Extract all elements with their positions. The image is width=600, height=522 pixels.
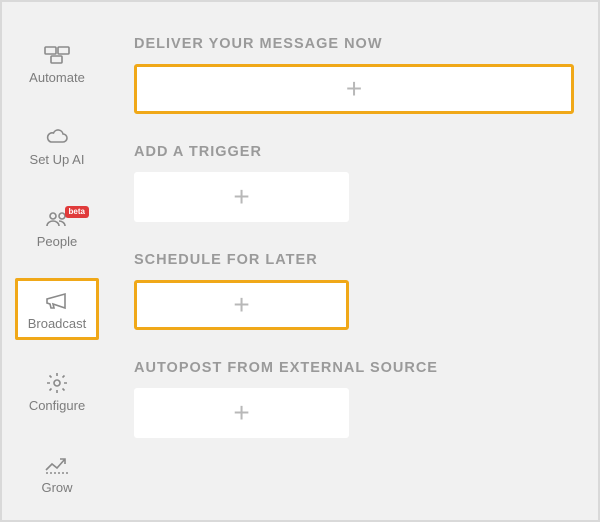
- section-autopost: AUTOPOST FROM EXTERNAL SOURCE +: [134, 360, 582, 438]
- gear-icon: [46, 370, 68, 396]
- sidebar-item-setup-ai[interactable]: Set Up AI: [15, 114, 99, 176]
- cloud-icon: [44, 124, 70, 150]
- sidebar-item-label: Configure: [29, 398, 85, 413]
- sidebar-item-configure[interactable]: Configure: [15, 360, 99, 422]
- sidebar-item-label: People: [37, 234, 77, 249]
- add-trigger-button[interactable]: +: [134, 172, 349, 222]
- sidebar-item-label: Automate: [29, 70, 85, 85]
- app-layout: Automate Set Up AI: [8, 8, 592, 514]
- section-add-trigger: ADD A TRIGGER +: [134, 144, 582, 222]
- section-title: DELIVER YOUR MESSAGE NOW: [134, 36, 582, 52]
- section-deliver-now: DELIVER YOUR MESSAGE NOW +: [134, 36, 582, 114]
- sidebar-item-label: Grow: [41, 480, 72, 495]
- sidebar-item-grow[interactable]: Grow: [15, 442, 99, 504]
- sidebar-item-label: Set Up AI: [30, 152, 85, 167]
- main-panel: DELIVER YOUR MESSAGE NOW + ADD A TRIGGER…: [106, 8, 592, 514]
- section-title: ADD A TRIGGER: [134, 144, 582, 160]
- plus-icon: +: [233, 399, 249, 427]
- plus-icon: +: [233, 291, 249, 319]
- add-autopost-button[interactable]: +: [134, 388, 349, 438]
- plus-icon: +: [346, 75, 362, 103]
- sidebar-item-broadcast[interactable]: Broadcast: [15, 278, 99, 340]
- section-title: AUTOPOST FROM EXTERNAL SOURCE: [134, 360, 582, 376]
- sidebar-item-automate[interactable]: Automate: [15, 32, 99, 94]
- sidebar-item-people[interactable]: beta People: [15, 196, 99, 258]
- sidebar-item-label: Broadcast: [28, 316, 87, 331]
- app-frame: Automate Set Up AI: [0, 0, 600, 522]
- add-schedule-button[interactable]: +: [134, 280, 349, 330]
- section-schedule-later: SCHEDULE FOR LATER +: [134, 252, 582, 330]
- plus-icon: +: [233, 183, 249, 211]
- bricks-icon: [44, 42, 70, 68]
- sidebar: Automate Set Up AI: [8, 8, 106, 514]
- megaphone-icon: [44, 288, 70, 314]
- beta-badge: beta: [65, 206, 89, 218]
- section-title: SCHEDULE FOR LATER: [134, 252, 582, 268]
- add-deliver-now-button[interactable]: +: [134, 64, 574, 114]
- growth-icon: [44, 452, 70, 478]
